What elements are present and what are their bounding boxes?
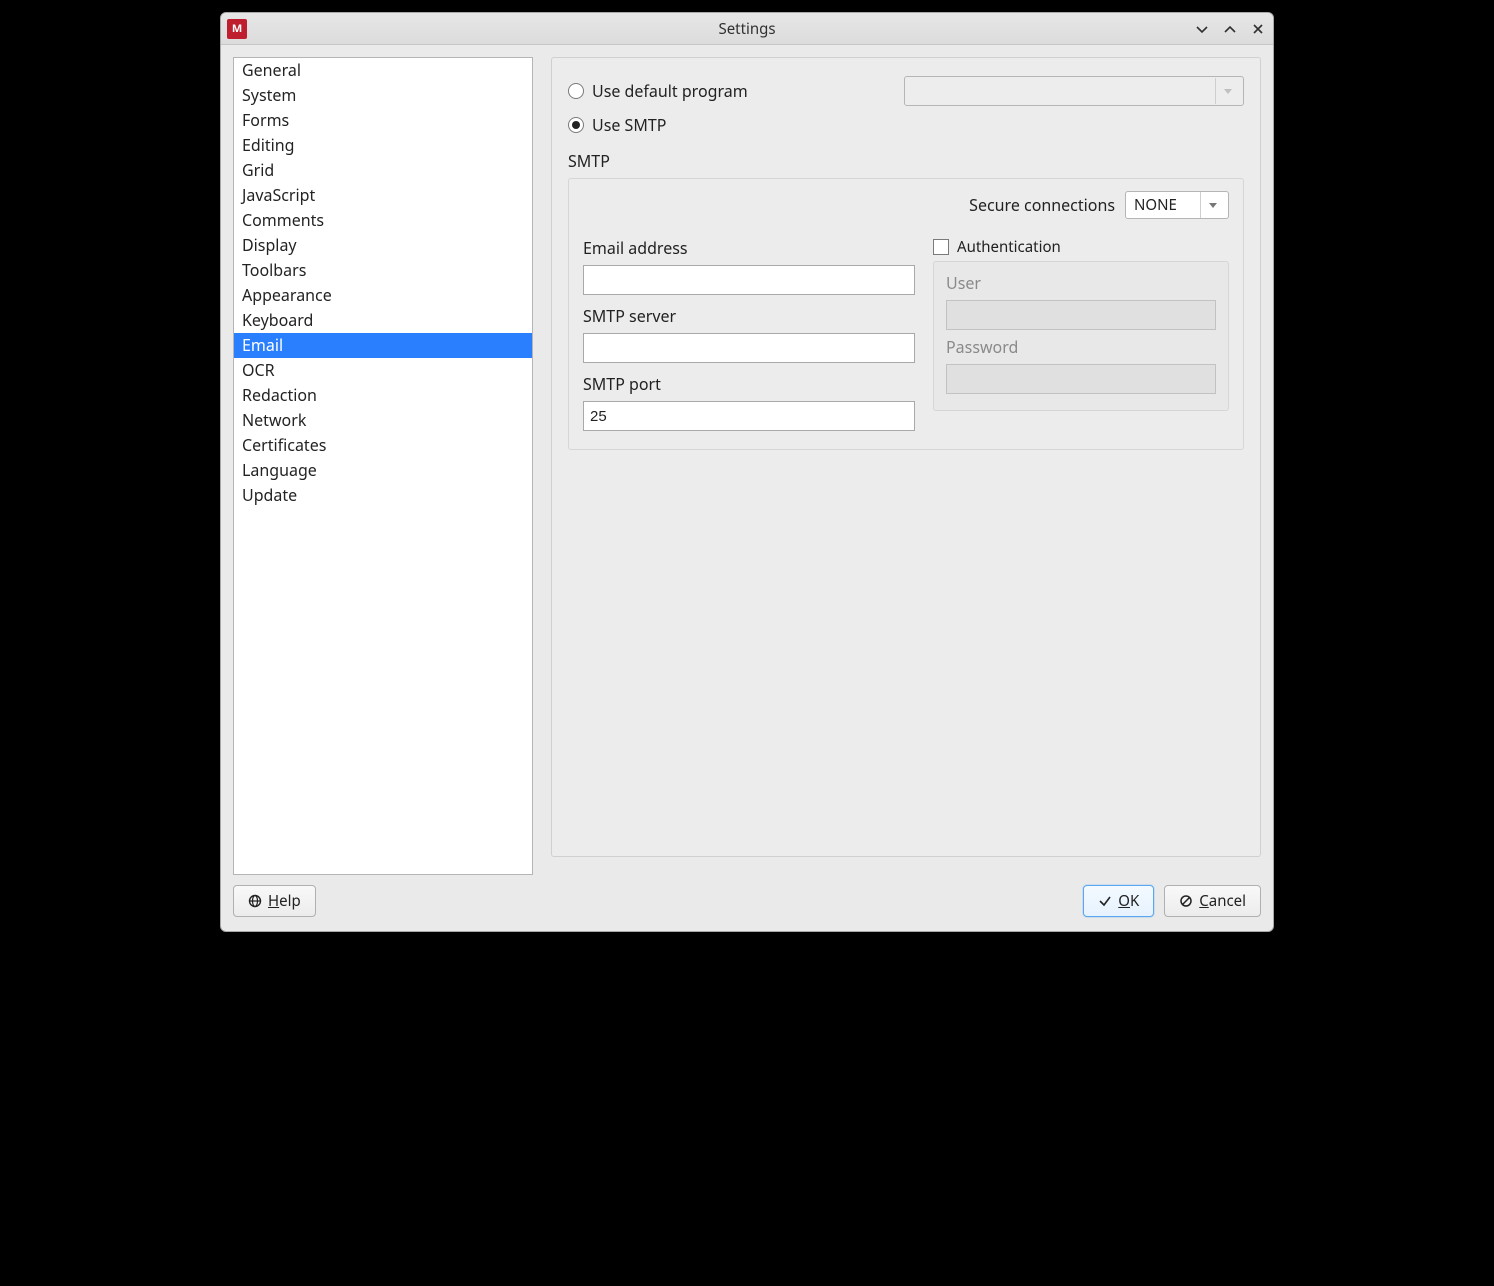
- secure-connections-row: Secure connections NONE: [583, 191, 1229, 219]
- email-panel: Use default program Use SMTP SMTP Secure…: [551, 57, 1261, 857]
- password-input: [946, 364, 1216, 394]
- radio-use-smtp[interactable]: [568, 117, 584, 133]
- sidebar-item-network[interactable]: Network: [234, 408, 532, 433]
- sidebar-item-ocr[interactable]: OCR: [234, 358, 532, 383]
- authentication-label: Authentication: [957, 237, 1061, 257]
- password-label: Password: [946, 336, 1216, 358]
- default-program-combo[interactable]: [904, 76, 1244, 106]
- smtp-right-col: Authentication User Password: [933, 237, 1229, 431]
- smtp-radio-row: Use SMTP: [568, 114, 1244, 136]
- sidebar-item-system[interactable]: System: [234, 83, 532, 108]
- window-controls: [1193, 20, 1267, 38]
- secure-connections-value: NONE: [1126, 195, 1200, 215]
- prohibit-icon: [1179, 894, 1193, 908]
- sidebar-item-keyboard[interactable]: Keyboard: [234, 308, 532, 333]
- help-label-rest: elp: [279, 891, 301, 911]
- check-icon: [1098, 894, 1112, 908]
- sidebar-item-email[interactable]: Email: [234, 333, 532, 358]
- smtp-port-label: SMTP port: [583, 373, 915, 395]
- secure-connections-combo[interactable]: NONE: [1125, 191, 1229, 219]
- chevron-down-icon: [1215, 78, 1239, 104]
- smtp-columns: Email address SMTP server SMTP port Auth…: [583, 237, 1229, 431]
- dialog-content: General System Forms Editing Grid JavaSc…: [221, 45, 1273, 875]
- main-panel: Use default program Use SMTP SMTP Secure…: [551, 57, 1261, 875]
- chevron-down-icon: [1200, 192, 1224, 218]
- email-address-input[interactable]: [583, 265, 915, 295]
- sidebar-item-general[interactable]: General: [234, 58, 532, 83]
- cancel-button[interactable]: Cancel: [1164, 885, 1261, 917]
- radio-default-program-label: Use default program: [592, 80, 748, 102]
- sidebar-item-certificates[interactable]: Certificates: [234, 433, 532, 458]
- sidebar-item-toolbars[interactable]: Toolbars: [234, 258, 532, 283]
- user-input: [946, 300, 1216, 330]
- email-address-label: Email address: [583, 237, 915, 259]
- close-icon[interactable]: [1249, 20, 1267, 38]
- smtp-left-col: Email address SMTP server SMTP port: [583, 237, 915, 431]
- radio-use-smtp-label: Use SMTP: [592, 114, 666, 136]
- sidebar-item-comments[interactable]: Comments: [234, 208, 532, 233]
- maximize-icon[interactable]: [1221, 20, 1239, 38]
- dialog-footer: Help OK Cancel: [221, 875, 1273, 931]
- secure-connections-label: Secure connections: [969, 194, 1115, 216]
- smtp-port-input[interactable]: [583, 401, 915, 431]
- ok-button[interactable]: OK: [1083, 885, 1154, 917]
- smtp-server-input[interactable]: [583, 333, 915, 363]
- titlebar: M Settings: [221, 13, 1273, 45]
- radio-default-program[interactable]: [568, 83, 584, 99]
- sidebar-item-editing[interactable]: Editing: [234, 133, 532, 158]
- window-title: Settings: [221, 19, 1273, 39]
- authentication-checkbox[interactable]: [933, 239, 949, 255]
- sidebar-item-redaction[interactable]: Redaction: [234, 383, 532, 408]
- smtp-section-label: SMTP: [568, 150, 1244, 172]
- sidebar-item-appearance[interactable]: Appearance: [234, 283, 532, 308]
- user-label: User: [946, 272, 1216, 294]
- help-button[interactable]: Help: [233, 885, 316, 917]
- smtp-frame: Secure connections NONE Email address SM…: [568, 178, 1244, 450]
- auth-frame: User Password: [933, 261, 1229, 411]
- minimize-icon[interactable]: [1193, 20, 1211, 38]
- default-program-row: Use default program: [568, 76, 1244, 106]
- help-icon: [248, 894, 262, 908]
- sidebar-item-language[interactable]: Language: [234, 458, 532, 483]
- sidebar-item-update[interactable]: Update: [234, 483, 532, 508]
- sidebar-item-grid[interactable]: Grid: [234, 158, 532, 183]
- app-icon: M: [227, 19, 247, 39]
- sidebar: General System Forms Editing Grid JavaSc…: [233, 57, 533, 875]
- sidebar-item-javascript[interactable]: JavaScript: [234, 183, 532, 208]
- settings-window: M Settings General System Forms Editing …: [220, 12, 1274, 932]
- sidebar-item-forms[interactable]: Forms: [234, 108, 532, 133]
- sidebar-item-display[interactable]: Display: [234, 233, 532, 258]
- authentication-row: Authentication: [933, 237, 1229, 257]
- smtp-server-label: SMTP server: [583, 305, 915, 327]
